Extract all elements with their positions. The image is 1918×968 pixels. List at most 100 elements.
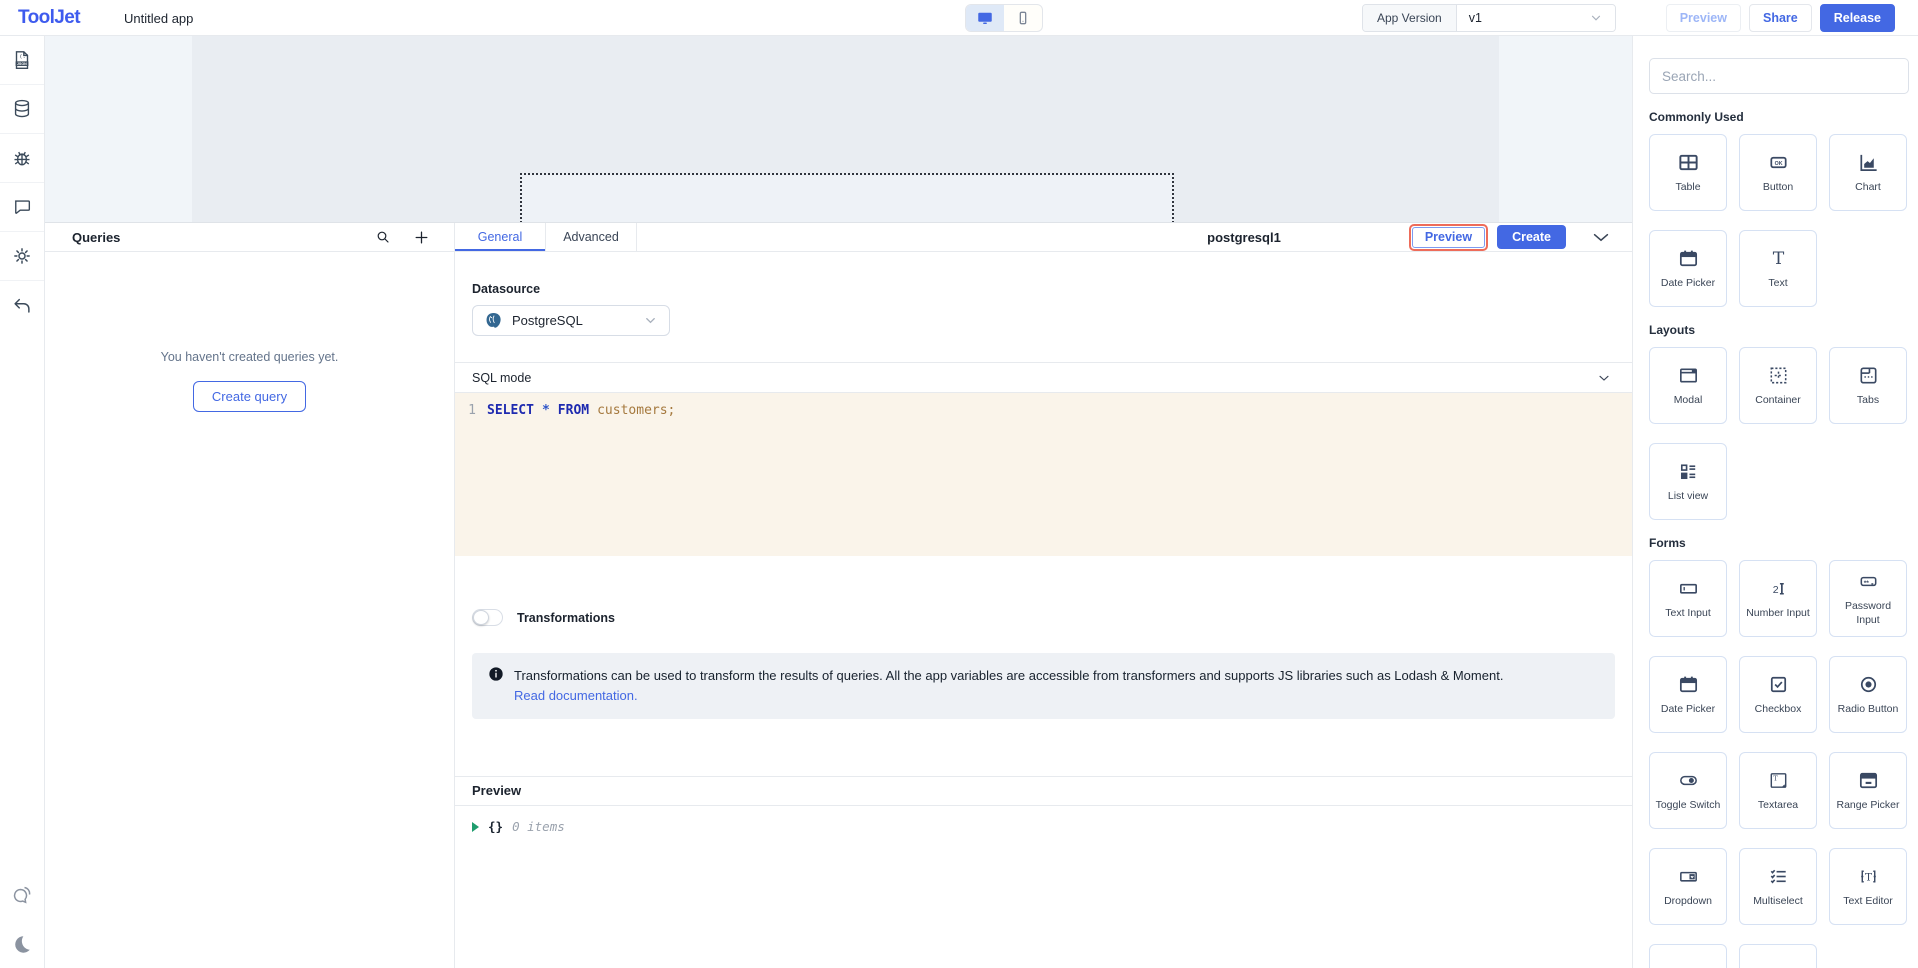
widget-search-input[interactable] bbox=[1649, 58, 1909, 94]
svg-text:2: 2 bbox=[1772, 583, 1778, 595]
widget-card-textarea[interactable]: T Textarea bbox=[1739, 752, 1817, 829]
checkbox-icon bbox=[1767, 672, 1790, 696]
tooljet-logo: ToolJet bbox=[18, 7, 80, 29]
widget-card-container[interactable]: Container bbox=[1739, 347, 1817, 424]
widget-card-table[interactable]: Table bbox=[1649, 134, 1727, 211]
transformations-toggle[interactable] bbox=[472, 609, 503, 626]
query-create-button[interactable]: Create bbox=[1497, 225, 1566, 249]
widget-card-toggleswitch[interactable]: Toggle Switch bbox=[1649, 752, 1727, 829]
app-header: ToolJet Untitled app App Version v1 Prev… bbox=[0, 0, 1918, 36]
widget-card-modal[interactable]: Modal bbox=[1649, 347, 1727, 424]
left-sidebar: (:) JSON bbox=[0, 36, 45, 968]
sidebar-item-support[interactable] bbox=[0, 870, 44, 919]
query-editor-body: Datasource PostgreSQL SQL mode bbox=[455, 252, 1632, 968]
app-name[interactable]: Untitled app bbox=[124, 11, 193, 26]
section-title-commonly-used: Commonly Used bbox=[1649, 110, 1908, 124]
widget-grid: Table OK Button Chart Date Picker T Text bbox=[1649, 134, 1908, 307]
widget-card-text[interactable]: T Text bbox=[1739, 230, 1817, 307]
sidebar-item-inspector[interactable]: (:) JSON bbox=[0, 36, 44, 85]
info-icon bbox=[488, 666, 504, 706]
query-editor-pane: General Advanced postgresql1 Preview Cre… bbox=[455, 223, 1632, 968]
svg-text:T: T bbox=[1772, 249, 1784, 269]
range-picker-icon bbox=[1857, 768, 1880, 792]
widget-card-numberinput[interactable]: 2 Number Input bbox=[1739, 560, 1817, 637]
widget-card-rangepicker[interactable]: Range Picker bbox=[1829, 752, 1907, 829]
sql-code-editor[interactable]: 1 SELECT * FROM customers; bbox=[455, 393, 1632, 556]
multiselect-icon bbox=[1767, 864, 1790, 888]
widget-card-button[interactable]: OK Button bbox=[1739, 134, 1817, 211]
radio-button-icon bbox=[1857, 672, 1880, 696]
password-input-icon: ** bbox=[1857, 569, 1880, 593]
datasource-value: PostgreSQL bbox=[512, 313, 583, 328]
calendar-icon bbox=[1677, 246, 1700, 270]
support-chat-icon bbox=[10, 883, 34, 907]
datasource-select[interactable]: PostgreSQL bbox=[472, 305, 670, 336]
preview-json-brace: {} bbox=[488, 819, 503, 834]
sidebar-item-undo[interactable] bbox=[0, 281, 44, 330]
sql-mode-section[interactable]: SQL mode bbox=[455, 362, 1632, 393]
sidebar-item-datasources[interactable] bbox=[0, 85, 44, 134]
list-view-icon bbox=[1677, 459, 1700, 483]
query-name[interactable]: postgresql1 bbox=[1207, 230, 1281, 245]
read-documentation-link[interactable]: Read documentation. bbox=[514, 688, 638, 703]
create-query-button[interactable]: Create query bbox=[193, 381, 306, 412]
search-queries-icon[interactable] bbox=[375, 229, 391, 245]
desktop-toggle[interactable] bbox=[966, 5, 1004, 31]
app-version-value: v1 bbox=[1469, 11, 1482, 25]
widget-card-radiobutton[interactable]: Radio Button bbox=[1829, 656, 1907, 733]
widget-card-passwordinput[interactable]: ** Password Input bbox=[1829, 560, 1907, 637]
sql-keyword: SELECT bbox=[487, 402, 534, 420]
gear-icon bbox=[11, 245, 33, 267]
mobile-toggle[interactable] bbox=[1004, 5, 1042, 31]
query-preview-button[interactable]: Preview bbox=[1412, 227, 1485, 248]
transformations-info-box: Transformations can be used to transform… bbox=[472, 653, 1615, 719]
query-editor-header: General Advanced postgresql1 Preview Cre… bbox=[455, 223, 1632, 252]
sidebar-item-comments[interactable] bbox=[0, 183, 44, 232]
widget-card-star-rating[interactable] bbox=[1649, 944, 1727, 968]
svg-text:(:): (:) bbox=[19, 54, 29, 60]
widget-card-file[interactable] bbox=[1739, 944, 1817, 968]
widget-card-texteditor[interactable]: T Text Editor bbox=[1829, 848, 1907, 925]
query-preview-section: Preview {} 0 items bbox=[455, 776, 1632, 847]
preview-button-top[interactable]: Preview bbox=[1666, 4, 1741, 32]
widget-card-datepicker2[interactable]: Date Picker bbox=[1649, 656, 1727, 733]
svg-text:T: T bbox=[1773, 774, 1778, 782]
sql-operator: * bbox=[542, 402, 550, 420]
widget-card-chart[interactable]: Chart bbox=[1829, 134, 1907, 211]
sidebar-item-debugger[interactable] bbox=[0, 134, 44, 183]
preview-items-count: 0 items bbox=[512, 819, 565, 834]
transformations-label: Transformations bbox=[517, 611, 615, 625]
sidebar-item-darkmode[interactable] bbox=[0, 919, 44, 968]
queries-pane: Queries You haven't created queries yet.… bbox=[45, 223, 455, 968]
widget-card-multiselect[interactable]: Multiselect bbox=[1739, 848, 1817, 925]
header-actions: App Version v1 Preview Share Release bbox=[1362, 4, 1895, 32]
add-query-icon[interactable] bbox=[413, 229, 430, 246]
release-button[interactable]: Release bbox=[1820, 4, 1895, 32]
chevron-down-icon bbox=[1596, 370, 1612, 386]
sidebar-item-settings[interactable] bbox=[0, 232, 44, 281]
container-icon bbox=[1767, 363, 1790, 387]
share-button[interactable]: Share bbox=[1749, 4, 1812, 32]
app-version-select[interactable]: v1 bbox=[1457, 5, 1615, 31]
preview-button-highlight: Preview bbox=[1409, 224, 1488, 251]
reply-arrow-icon bbox=[11, 295, 33, 317]
widget-card-datepicker[interactable]: Date Picker bbox=[1649, 230, 1727, 307]
collapse-panel-chevron-icon[interactable] bbox=[1590, 226, 1612, 248]
section-title-layouts: Layouts bbox=[1649, 323, 1908, 337]
toggle-knob bbox=[473, 610, 489, 625]
number-input-icon: 2 bbox=[1767, 576, 1790, 600]
sql-keyword: FROM bbox=[558, 402, 589, 420]
tab-general[interactable]: General bbox=[455, 223, 546, 251]
widget-card-listview[interactable]: List view bbox=[1649, 443, 1727, 520]
section-title-forms: Forms bbox=[1649, 536, 1908, 550]
svg-text:OK: OK bbox=[1774, 161, 1782, 167]
widget-grid: Text Input 2 Number Input ** Password In… bbox=[1649, 560, 1908, 968]
expand-triangle-icon[interactable] bbox=[472, 822, 479, 832]
widget-card-tabs[interactable]: Tabs bbox=[1829, 347, 1907, 424]
widget-card-checkbox[interactable]: Checkbox bbox=[1739, 656, 1817, 733]
widget-card-textinput[interactable]: Text Input bbox=[1649, 560, 1727, 637]
queries-title: Queries bbox=[72, 230, 120, 245]
widget-card-dropdown[interactable]: Dropdown bbox=[1649, 848, 1727, 925]
chevron-down-icon bbox=[1589, 11, 1603, 25]
tab-advanced[interactable]: Advanced bbox=[546, 223, 637, 251]
